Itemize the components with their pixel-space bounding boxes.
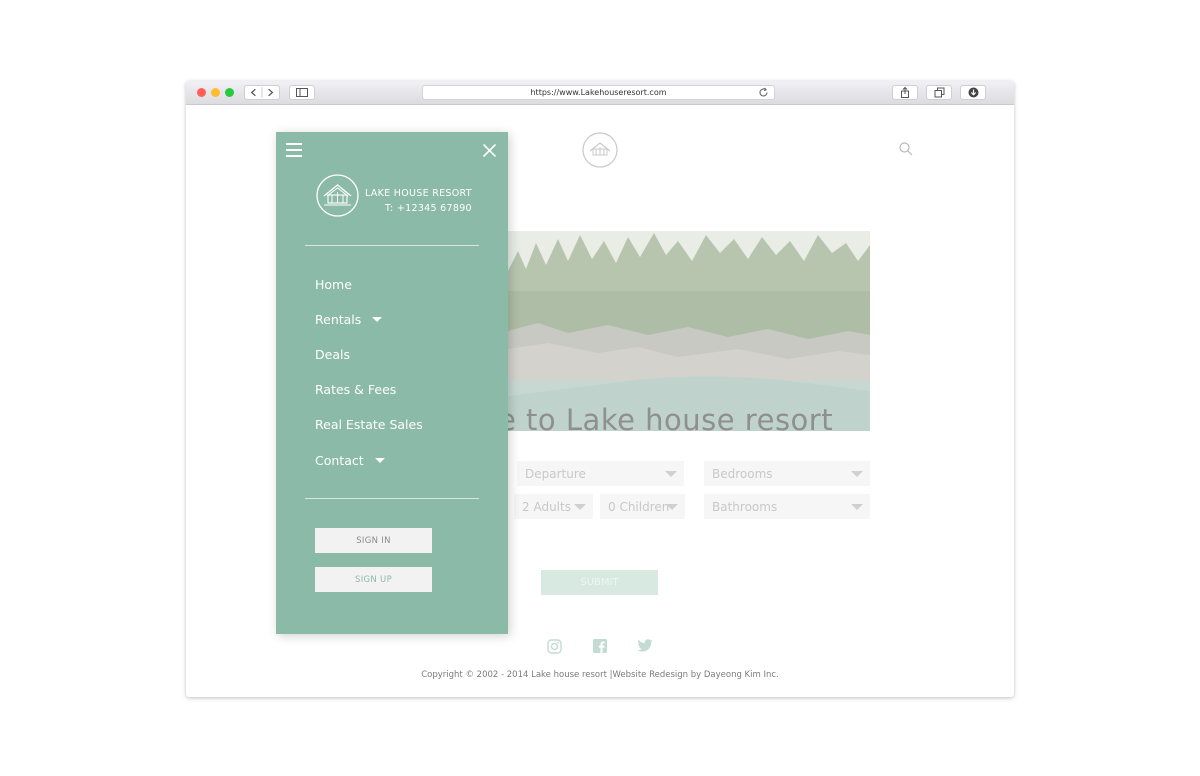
bathrooms-select[interactable]: Bathrooms: [704, 494, 870, 519]
menu-divider: [305, 245, 479, 246]
tabs-icon: [934, 87, 944, 98]
history-nav: [244, 85, 280, 100]
tabs-button[interactable]: [926, 85, 952, 100]
nav-item-label: Contact: [315, 453, 364, 468]
twitter-icon[interactable]: [638, 639, 653, 652]
nav-item-label: Real Estate Sales: [315, 417, 423, 432]
brand-name: LAKE HOUSE RESORT: [365, 188, 472, 199]
close-window-button[interactable]: [197, 88, 206, 97]
hamburger-menu-icon[interactable]: [286, 143, 302, 157]
maximize-window-button[interactable]: [225, 88, 234, 97]
downloads-button[interactable]: [960, 85, 986, 100]
nav-item-label: Home: [315, 277, 352, 292]
chevron-down-icon: [666, 504, 678, 510]
sidebar-toggle-button[interactable]: [289, 85, 315, 100]
share-button[interactable]: [892, 85, 918, 100]
address-bar[interactable]: https://www.Lakehouseresort.com: [422, 85, 775, 100]
welcome-heading: e to Lake house resort: [498, 403, 834, 437]
url-text: https://www.Lakehouseresort.com: [530, 88, 667, 97]
chevron-down-icon: [851, 504, 863, 510]
submit-button[interactable]: SUBMIT: [541, 570, 658, 595]
bedrooms-select[interactable]: Bedrooms: [704, 461, 870, 486]
browser-window: https://www.Lakehouseresort.com e to Lak…: [186, 81, 1014, 697]
close-icon[interactable]: [482, 143, 497, 158]
lake-photo-image: [508, 231, 870, 431]
back-forward-icon[interactable]: [245, 86, 279, 99]
sign-in-button[interactable]: SIGN IN: [315, 528, 432, 553]
resort-logo-icon[interactable]: [316, 174, 359, 217]
bedrooms-label: Bedrooms: [712, 466, 773, 481]
chevron-down-icon: [574, 504, 586, 510]
sidebar-icon: [296, 88, 308, 97]
facebook-icon[interactable]: [593, 639, 607, 653]
side-menu-panel: LAKE HOUSE RESORT T: +12345 67890 Home R…: [276, 132, 508, 634]
children-select[interactable]: 0 Children: [600, 494, 685, 519]
adults-select[interactable]: 2 Adults: [514, 494, 593, 519]
copyright-text: Copyright © 2002 - 2014 Lake house resor…: [421, 670, 779, 680]
menu-divider: [305, 498, 479, 499]
departure-label: Departure: [525, 466, 586, 481]
bathrooms-label: Bathrooms: [712, 499, 778, 514]
chevron-down-icon: [665, 471, 677, 477]
departure-select[interactable]: Departure: [517, 461, 684, 486]
children-label: 0 Children: [608, 499, 670, 514]
reload-icon[interactable]: [758, 87, 769, 98]
nav-item-home[interactable]: Home: [315, 277, 352, 292]
download-icon: [968, 87, 978, 98]
chevron-down-icon: [851, 471, 863, 477]
nav-item-rentals[interactable]: Rentals: [315, 312, 383, 327]
search-icon[interactable]: [899, 142, 913, 156]
chevron-down-icon: [372, 317, 383, 322]
share-icon: [901, 87, 909, 98]
minimize-window-button[interactable]: [211, 88, 220, 97]
nav-item-label: Rentals: [315, 312, 362, 327]
nav-item-real-estate-sales[interactable]: Real Estate Sales: [315, 417, 423, 432]
browser-toolbar: https://www.Lakehouseresort.com: [186, 81, 1014, 105]
nav-item-label: Deals: [315, 347, 350, 362]
nav-item-rates-fees[interactable]: Rates & Fees: [315, 382, 396, 397]
chevron-down-icon: [374, 458, 385, 463]
nav-item-label: Rates & Fees: [315, 382, 397, 397]
adults-label: 2 Adults: [522, 499, 571, 514]
resort-logo-icon[interactable]: [582, 132, 618, 168]
hero-image: [508, 231, 870, 431]
web-page: e to Lake house resort Departure Bedroom…: [186, 106, 1014, 697]
instagram-icon[interactable]: [547, 639, 562, 654]
nav-item-deals[interactable]: Deals: [315, 347, 350, 362]
nav-item-contact[interactable]: Contact: [315, 453, 385, 468]
brand-phone: T: +12345 67890: [385, 203, 472, 214]
sign-up-button[interactable]: SIGN UP: [315, 567, 432, 592]
